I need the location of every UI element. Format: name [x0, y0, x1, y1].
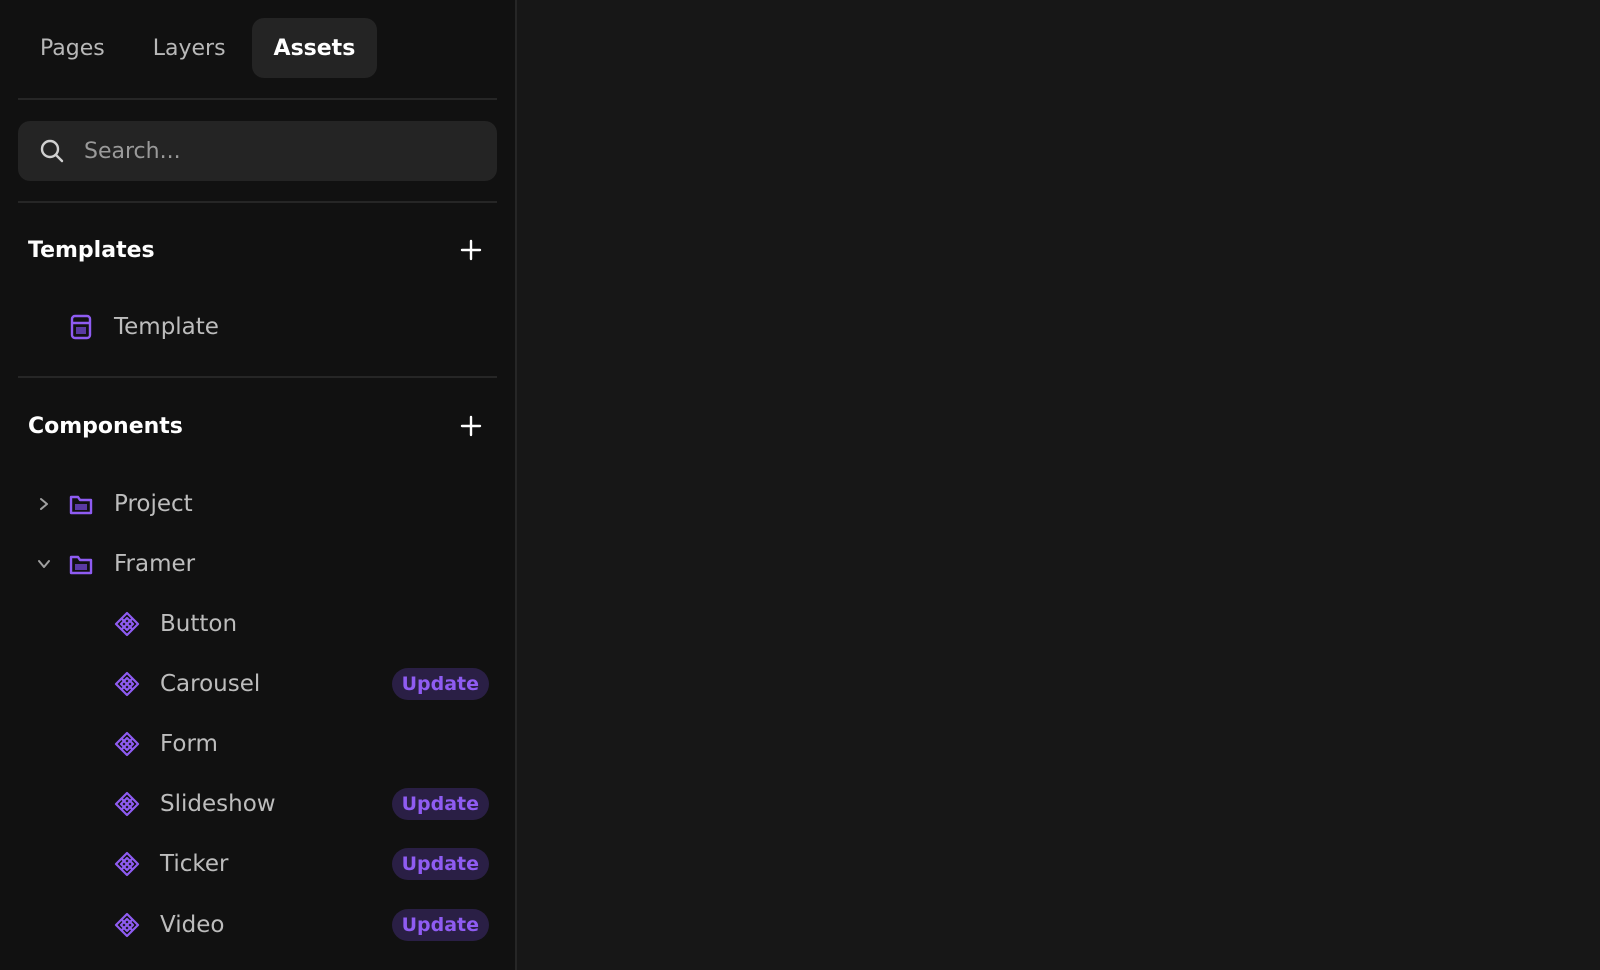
templates-header: Templates — [28, 230, 487, 270]
update-badge[interactable]: Update — [391, 788, 489, 820]
update-badge[interactable]: Update — [391, 848, 489, 880]
chevron-right-icon[interactable] — [36, 496, 52, 512]
component-item-carousel[interactable]: Carousel Update — [18, 659, 497, 709]
component-label: Slideshow — [160, 791, 276, 817]
component-icon — [114, 851, 140, 877]
folder-label: Project — [114, 491, 193, 517]
search-icon — [38, 137, 66, 165]
component-label: Ticker — [160, 851, 229, 877]
assets-sidebar: Pages Layers Assets Templates — [0, 0, 517, 970]
add-template-button[interactable] — [455, 234, 487, 266]
component-icon — [114, 671, 140, 697]
templates-title: Templates — [28, 237, 155, 263]
app-window: Pages Layers Assets Templates — [0, 0, 1600, 970]
template-item[interactable]: Template — [18, 302, 497, 352]
component-icon — [114, 912, 140, 938]
divider — [18, 201, 497, 203]
component-item-slideshow[interactable]: Slideshow Update — [18, 779, 497, 829]
search-input[interactable] — [82, 137, 466, 165]
folder-icon — [68, 491, 94, 517]
template-icon — [68, 314, 94, 340]
divider — [18, 376, 497, 378]
template-label: Template — [114, 314, 219, 340]
update-badge[interactable]: Update — [391, 909, 489, 941]
folder-row-framer[interactable]: Framer — [18, 539, 497, 589]
component-icon — [114, 611, 140, 637]
component-item-button[interactable]: Button — [18, 599, 497, 649]
folder-icon — [68, 551, 94, 577]
component-label: Carousel — [160, 671, 261, 697]
component-item-ticker[interactable]: Ticker Update — [18, 839, 497, 889]
component-label: Video — [160, 912, 225, 938]
component-label: Button — [160, 611, 238, 637]
search-box[interactable] — [18, 121, 497, 181]
components-header: Components — [28, 406, 487, 446]
panel-tabs: Pages Layers Assets — [18, 18, 378, 78]
components-title: Components — [28, 413, 183, 439]
update-badge[interactable]: Update — [391, 668, 489, 700]
component-icon — [114, 731, 140, 757]
tab-pages[interactable]: Pages — [18, 18, 127, 78]
add-component-button[interactable] — [455, 410, 487, 442]
tab-assets[interactable]: Assets — [251, 18, 378, 78]
tab-layers[interactable]: Layers — [131, 18, 248, 78]
divider — [18, 98, 497, 100]
component-icon — [114, 791, 140, 817]
folder-label: Framer — [114, 551, 196, 577]
plus-icon — [460, 239, 482, 261]
component-item-video[interactable]: Video Update — [18, 900, 497, 950]
component-label: Form — [160, 731, 218, 757]
design-canvas[interactable] — [517, 0, 1600, 970]
plus-icon — [460, 415, 482, 437]
component-item-form[interactable]: Form — [18, 719, 497, 769]
chevron-down-icon[interactable] — [36, 556, 52, 572]
folder-row-project[interactable]: Project — [18, 479, 497, 529]
